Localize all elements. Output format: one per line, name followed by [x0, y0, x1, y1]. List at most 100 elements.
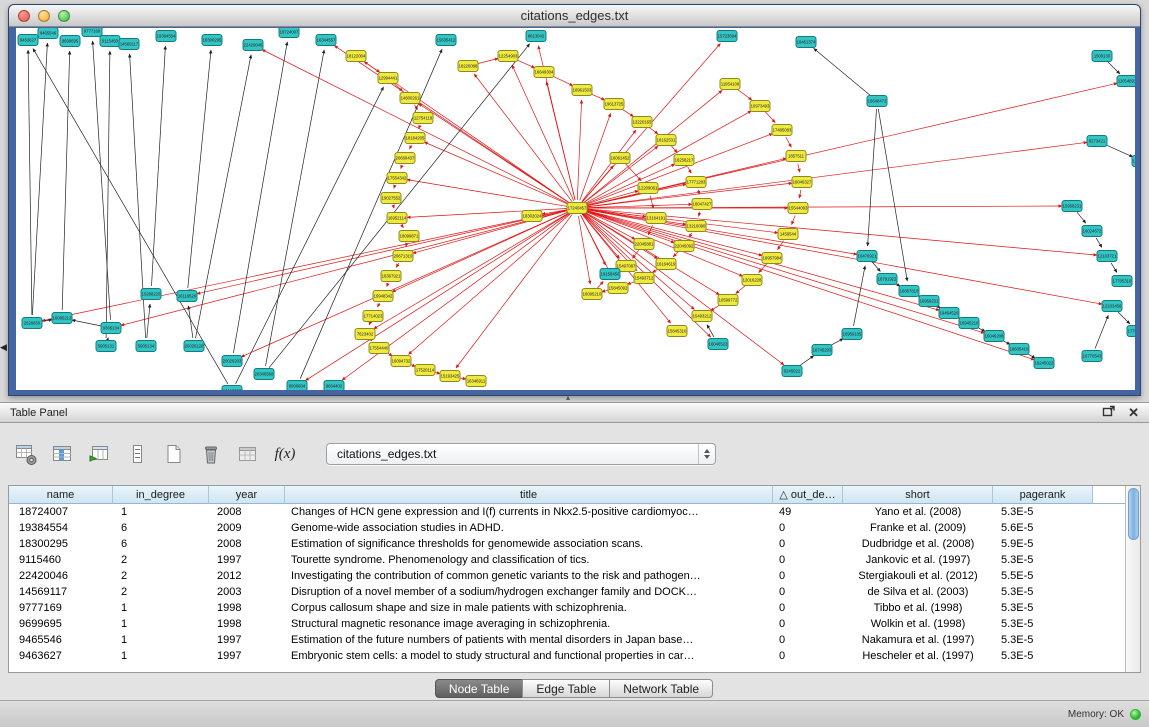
zoom-button[interactable]	[58, 10, 70, 22]
graph-edge[interactable]	[72, 320, 103, 326]
graph-node[interactable]: 19948342	[373, 291, 393, 302]
create-column-icon[interactable]	[86, 441, 114, 467]
graph-edge[interactable]	[585, 211, 1035, 360]
graph-edge[interactable]	[456, 214, 572, 368]
graph-node[interactable]: 9463627	[18, 35, 38, 46]
graph-edge[interactable]	[1096, 238, 1102, 248]
graph-node[interactable]: 17554440	[369, 343, 389, 354]
graph-edge[interactable]	[1095, 315, 1108, 348]
graph-edge[interactable]	[374, 212, 570, 329]
graph-node[interactable]: 15544093	[788, 203, 808, 214]
tab-edge-table[interactable]: Edge Table	[522, 679, 610, 698]
graph-node[interactable]: 17554342	[387, 173, 407, 184]
column-settings-icon[interactable]	[12, 441, 40, 467]
graph-edge[interactable]	[1077, 212, 1086, 223]
graph-node[interactable]: 18745203	[812, 345, 832, 356]
table-source-select[interactable]: citations_edges.txt	[326, 443, 716, 465]
delete-rows-icon[interactable]	[197, 441, 225, 467]
table-row[interactable]: 1872400712008Changes of HCN gene express…	[9, 504, 1140, 520]
graph-edge[interactable]	[394, 186, 395, 189]
graph-node[interactable]: 16046327	[792, 177, 812, 188]
graph-edge[interactable]	[814, 48, 871, 96]
graph-node[interactable]: 8906604	[287, 381, 307, 391]
graph-edge[interactable]	[393, 206, 394, 209]
graph-node[interactable]: 9305134	[101, 323, 121, 334]
graph-edge[interactable]	[688, 167, 691, 173]
graph-node[interactable]: 7623402	[355, 329, 375, 340]
graph-node[interactable]: 17240457	[567, 203, 587, 214]
graph-edge[interactable]	[798, 164, 800, 173]
graph-edge[interactable]	[93, 41, 111, 320]
graph-node[interactable]: 16959231	[919, 296, 939, 307]
graph-edge[interactable]	[410, 145, 412, 149]
graph-edge[interactable]	[196, 55, 252, 338]
graph-node[interactable]: 22420046	[243, 40, 263, 51]
graph-node[interactable]: 16945210	[959, 318, 979, 329]
import-table-icon[interactable]	[234, 441, 262, 467]
graph-edge[interactable]	[32, 43, 47, 315]
graph-node[interactable]: 18099871	[399, 231, 419, 242]
graph-node[interactable]: 16047427	[692, 199, 712, 210]
panel-collapse-arrow[interactable]: ◀	[0, 342, 7, 353]
graph-node[interactable]: 12209061	[638, 183, 658, 194]
graph-edge[interactable]	[1104, 144, 1133, 157]
graph-edge[interactable]	[673, 252, 678, 257]
graph-node[interactable]: 16046522	[708, 339, 728, 350]
graph-edge[interactable]	[584, 111, 751, 204]
graph-node[interactable]: 15193425	[440, 371, 460, 382]
graph-node[interactable]: 15493712	[634, 273, 654, 284]
graph-edge[interactable]	[424, 142, 570, 205]
graph-node[interactable]: 16367921	[381, 271, 401, 282]
graph-node[interactable]: 15958231	[1062, 201, 1082, 212]
panel-splitter-handle[interactable]: ▴	[566, 393, 570, 402]
graph-edge[interactable]	[689, 233, 692, 238]
graph-edge[interactable]	[597, 281, 603, 288]
graph-edge[interactable]	[33, 49, 228, 385]
graph-edge[interactable]	[699, 212, 700, 217]
graph-node[interactable]: 18122004	[346, 51, 366, 62]
graph-node[interactable]: 16952114	[387, 213, 407, 224]
graph-node[interactable]: 9115460	[100, 36, 120, 47]
graph-edge[interactable]	[585, 142, 1087, 207]
column-header-in_degree[interactable]: in_degree	[113, 486, 209, 504]
close-button[interactable]	[18, 10, 30, 22]
graph-node[interactable]: 19384554	[156, 31, 176, 42]
graph-edge[interactable]	[378, 303, 380, 307]
table-row[interactable]: 1830029562008Estimation of significance …	[9, 536, 1140, 552]
graph-edge[interactable]	[147, 304, 150, 338]
graph-edge[interactable]	[800, 190, 801, 198]
graph-node[interactable]: 16164619	[656, 259, 676, 270]
column-header-short[interactable]: short	[843, 486, 993, 504]
graph-node[interactable]: 15493212	[692, 311, 712, 322]
graph-edge[interactable]	[868, 109, 877, 246]
graph-node[interactable]: 5905134	[136, 341, 156, 352]
tab-network-table[interactable]: Network Table	[609, 679, 713, 698]
table-vertical-scrollbar[interactable]	[1125, 486, 1140, 672]
graph-node[interactable]: 14600261	[400, 93, 420, 104]
graph-node[interactable]: 17520114	[415, 365, 435, 376]
graph-edge[interactable]	[401, 165, 402, 168]
column-header-name[interactable]: name	[9, 486, 113, 504]
table-row[interactable]: 946554611997Estimation of the future num…	[9, 632, 1140, 648]
table-row[interactable]: 2242004622012Investigating the contribut…	[9, 568, 1140, 584]
graph-node[interactable]: 18302024	[522, 211, 542, 222]
graph-node[interactable]: 16867810	[899, 286, 919, 297]
graph-edge[interactable]	[28, 50, 32, 315]
graph-edge[interactable]	[737, 89, 752, 100]
graph-edge[interactable]	[269, 44, 530, 368]
table-row[interactable]: 946362711997Embryonic stem cells: a mode…	[9, 648, 1140, 664]
graph-edge[interactable]	[581, 215, 606, 265]
graph-node[interactable]: 9664402	[324, 381, 344, 391]
graph-node[interactable]: 12994441	[378, 73, 398, 84]
graph-node[interactable]: 18300295	[202, 35, 222, 46]
graph-node[interactable]: 15723694	[717, 31, 737, 42]
graph-edge[interactable]	[585, 206, 1062, 208]
graph-node[interactable]: 10599772	[718, 295, 738, 306]
graph-node[interactable]: 19613725	[604, 99, 624, 110]
graph-node[interactable]: 18957984	[762, 253, 782, 264]
graph-node[interactable]: 16959105	[842, 329, 862, 340]
graph-node[interactable]: 16258217	[674, 155, 694, 166]
graph-node[interactable]: 18226088	[458, 61, 478, 72]
graph-node[interactable]: 16024672	[1082, 226, 1102, 237]
network-canvas[interactable]: 1724045718122004129944411460026112754118…	[16, 28, 1135, 390]
